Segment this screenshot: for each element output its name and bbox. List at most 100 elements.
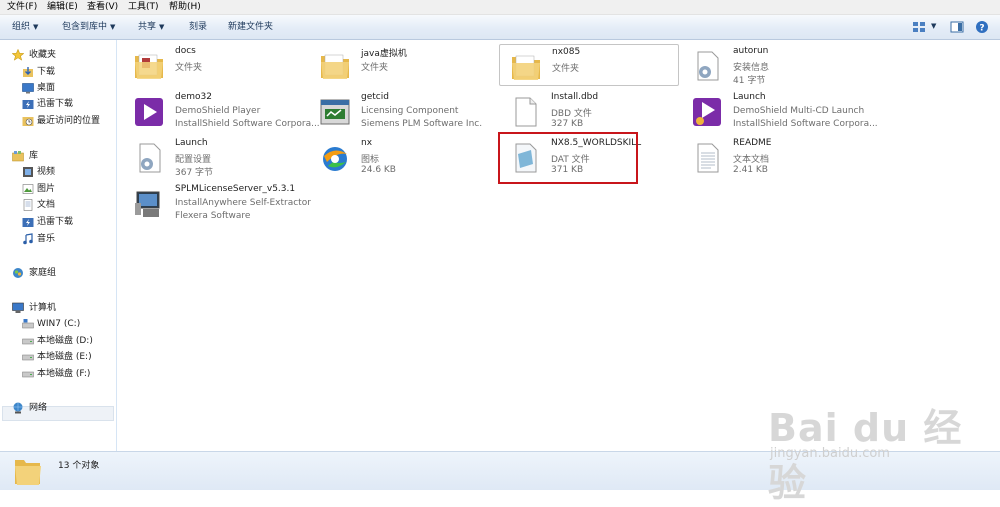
file-item[interactable]: demo32 DemoShield Player InstallShield S… — [123, 90, 320, 132]
file-name: autorun — [733, 46, 769, 56]
file-name: Install.dbd — [551, 92, 599, 102]
music-icon — [23, 233, 33, 245]
nav-item-label: 迅雷下载 — [37, 217, 74, 227]
file-size: 2.41 KB — [733, 165, 768, 175]
file-item[interactable]: SPLMLicenseServer_v5.3.1 InstallAnywhere… — [123, 182, 323, 224]
nav-favorites[interactable]: 收藏夹 — [12, 48, 112, 62]
system-drive-icon — [22, 319, 34, 329]
navigation-pane: 收藏夹 下载 桌面 迅雷下载 最近访问的位置 库 视频 图片 文档 迅雷下载 音… — [0, 40, 117, 451]
star-icon — [12, 49, 24, 61]
folder-icon — [512, 55, 540, 80]
organize-button[interactable]: 组织 ▼ — [12, 21, 38, 33]
nav-item-thunder-downloads-library[interactable]: 迅雷下载 — [22, 215, 112, 229]
file-item[interactable]: Install.dbd DBD 文件 327 KB — [499, 90, 679, 132]
highlight-box — [498, 132, 638, 184]
file-name: nx085 — [552, 47, 581, 57]
file-type: Licensing Component — [361, 106, 459, 116]
organize-label: 组织 — [12, 22, 31, 32]
file-item[interactable]: getcid Licensing Component Siemens PLM S… — [309, 90, 489, 132]
file-item[interactable]: nx085 文件夹 — [499, 44, 679, 86]
drive-label: 本地磁盘 (E:) — [37, 352, 92, 362]
nav-homegroup[interactable]: 家庭组 — [12, 266, 112, 280]
share-button[interactable]: 共享 ▼ — [138, 21, 164, 33]
file-type: 文件夹 — [175, 63, 203, 73]
thunder-folder-icon — [22, 218, 34, 227]
nav-item-pictures[interactable]: 图片 — [22, 182, 112, 196]
nav-drive-f[interactable]: 本地磁盘 (F:) — [22, 367, 112, 381]
menu-file[interactable]: 文件(F) — [7, 1, 37, 13]
preview-pane-icon[interactable] — [950, 20, 964, 34]
nav-item-label: 桌面 — [37, 83, 56, 93]
file-item[interactable]: autorun 安装信息 41 字节 — [681, 44, 861, 86]
file-name: nx — [361, 138, 373, 148]
file-name: getcid — [361, 92, 389, 102]
nav-item-label: 音乐 — [37, 234, 56, 244]
file-type: DBD 文件 — [551, 109, 592, 119]
command-bar: 组织 ▼ 包含到库中 ▼ 共享 ▼ 刻录 新建文件夹 ▼ ? — [0, 15, 1000, 40]
menu-view[interactable]: 查看(V) — [87, 1, 118, 13]
file-company: Flexera Software — [175, 211, 251, 221]
file-list: docs 文件夹 java虚拟机 文件夹 nx085 文件夹 autorun 安… — [117, 40, 1000, 451]
file-size: 24.6 KB — [361, 165, 396, 175]
folder-icon — [135, 54, 163, 79]
nx-logo-icon — [323, 147, 347, 171]
menu-tools[interactable]: 工具(T) — [128, 1, 159, 13]
blank-file-icon — [515, 97, 537, 127]
nav-item-thunder-downloads[interactable]: 迅雷下载 — [22, 97, 112, 111]
file-type: 文件夹 — [552, 64, 580, 74]
nav-item-downloads[interactable]: 下载 — [22, 65, 112, 79]
drive-label: WIN7 (C:) — [37, 319, 81, 329]
drive-label: 本地磁盘 (F:) — [37, 369, 91, 379]
file-type: 图标 — [361, 155, 380, 165]
nav-item-music[interactable]: 音乐 — [22, 232, 112, 246]
text-file-icon — [697, 143, 719, 173]
file-item[interactable]: docs 文件夹 — [123, 44, 303, 86]
nav-item-label: 最近访问的位置 — [37, 116, 101, 126]
file-item[interactable]: java虚拟机 文件夹 — [309, 44, 489, 86]
file-size: 327 KB — [551, 119, 584, 129]
file-item[interactable]: README 文本文档 2.41 KB — [681, 136, 861, 178]
file-item[interactable]: Launch 配置设置 367 字节 — [123, 136, 303, 178]
file-item[interactable]: Launch DemoShield Multi-CD Launch Instal… — [681, 90, 878, 132]
settings-file-icon — [139, 143, 161, 173]
download-folder-icon — [23, 67, 33, 77]
documents-icon — [23, 199, 33, 211]
recent-places-icon — [22, 117, 34, 126]
nav-libraries[interactable]: 库 — [12, 149, 112, 163]
view-dropdown-icon[interactable]: ▼ — [928, 20, 936, 32]
nav-network-label: 网络 — [29, 403, 48, 413]
file-type: 文本文档 — [733, 155, 770, 165]
nav-item-label: 下载 — [37, 67, 56, 77]
file-type: 文件夹 — [361, 63, 389, 73]
folder-icon — [15, 460, 41, 485]
nav-favorites-label: 收藏夹 — [29, 50, 57, 60]
license-app-icon — [320, 99, 350, 125]
view-options-icon[interactable] — [912, 20, 926, 34]
help-icon[interactable]: ? — [975, 20, 989, 34]
folder-icon — [321, 54, 349, 79]
burn-button[interactable]: 刻录 — [189, 21, 207, 33]
include-in-library-button[interactable]: 包含到库中 ▼ — [62, 21, 115, 33]
nav-drive-c[interactable]: WIN7 (C:) — [22, 317, 112, 331]
nav-item-desktop[interactable]: 桌面 — [22, 81, 112, 95]
demoshield-icon — [135, 98, 163, 126]
file-item[interactable]: nx 图标 24.6 KB — [309, 136, 489, 178]
nav-drive-e[interactable]: 本地磁盘 (E:) — [22, 350, 112, 364]
nav-network[interactable]: 网络 — [12, 401, 112, 415]
installer-icon — [135, 191, 160, 217]
nav-item-label: 图片 — [37, 184, 56, 194]
network-icon — [13, 402, 23, 414]
nav-drive-d[interactable]: 本地磁盘 (D:) — [22, 334, 112, 348]
nav-item-recent-places[interactable]: 最近访问的位置 — [22, 114, 114, 128]
nav-item-videos[interactable]: 视频 — [22, 165, 112, 179]
homegroup-icon — [13, 268, 23, 278]
new-folder-button[interactable]: 新建文件夹 — [228, 21, 273, 33]
menu-edit[interactable]: 编辑(E) — [47, 1, 78, 13]
menu-help[interactable]: 帮助(H) — [169, 1, 201, 13]
nav-computer[interactable]: 计算机 — [12, 301, 112, 315]
file-size: 367 字节 — [175, 168, 214, 178]
file-type: 配置设置 — [175, 155, 212, 165]
include-library-label: 包含到库中 — [62, 22, 108, 32]
nav-item-documents[interactable]: 文档 — [22, 198, 112, 212]
nav-item-label: 文档 — [37, 200, 56, 210]
